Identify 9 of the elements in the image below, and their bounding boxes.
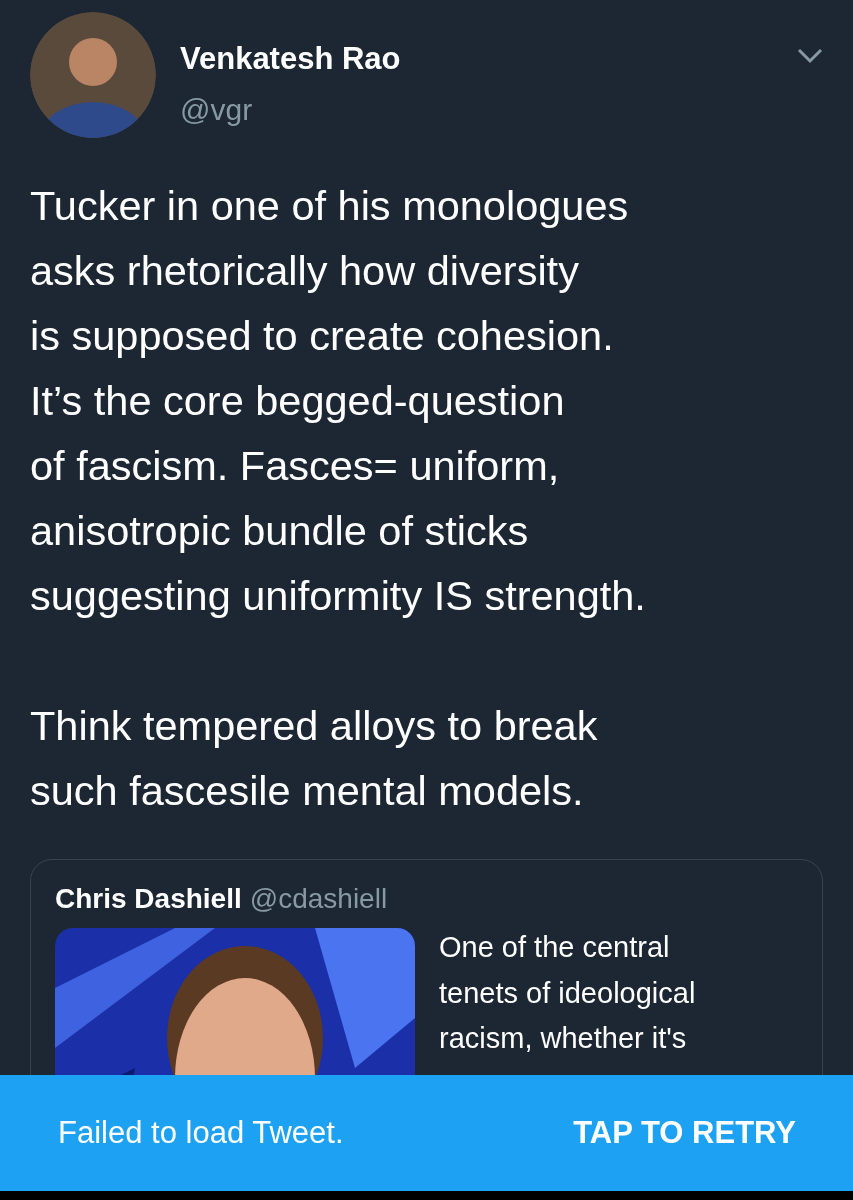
quoted-tweet-text: One of the central tenets of ideological racism, whether it's bbox=[439, 930, 696, 1056]
author-handle: @vgr bbox=[180, 92, 254, 129]
tweet-text: Think tempered alloys to break such fascesile mental models. bbox=[29, 701, 599, 816]
quoted-author-handle: @cdashiell bbox=[249, 882, 388, 916]
chevron-down-icon[interactable] bbox=[797, 48, 823, 64]
tweet-text: Tucker in one of his monologues asks rhetorically how diversity is supposed to create cohesion. It’s the core begged-question of fascism. Fasces= uniform, anisotropic bundle of sticks suggesting uniformity IS strength. bbox=[29, 181, 647, 621]
quoted-author-name: Chris Dashiell bbox=[55, 882, 242, 916]
snackbar-message: Failed to load Tweet. bbox=[58, 1113, 344, 1152]
author-name: Venkatesh Rao bbox=[180, 40, 402, 78]
